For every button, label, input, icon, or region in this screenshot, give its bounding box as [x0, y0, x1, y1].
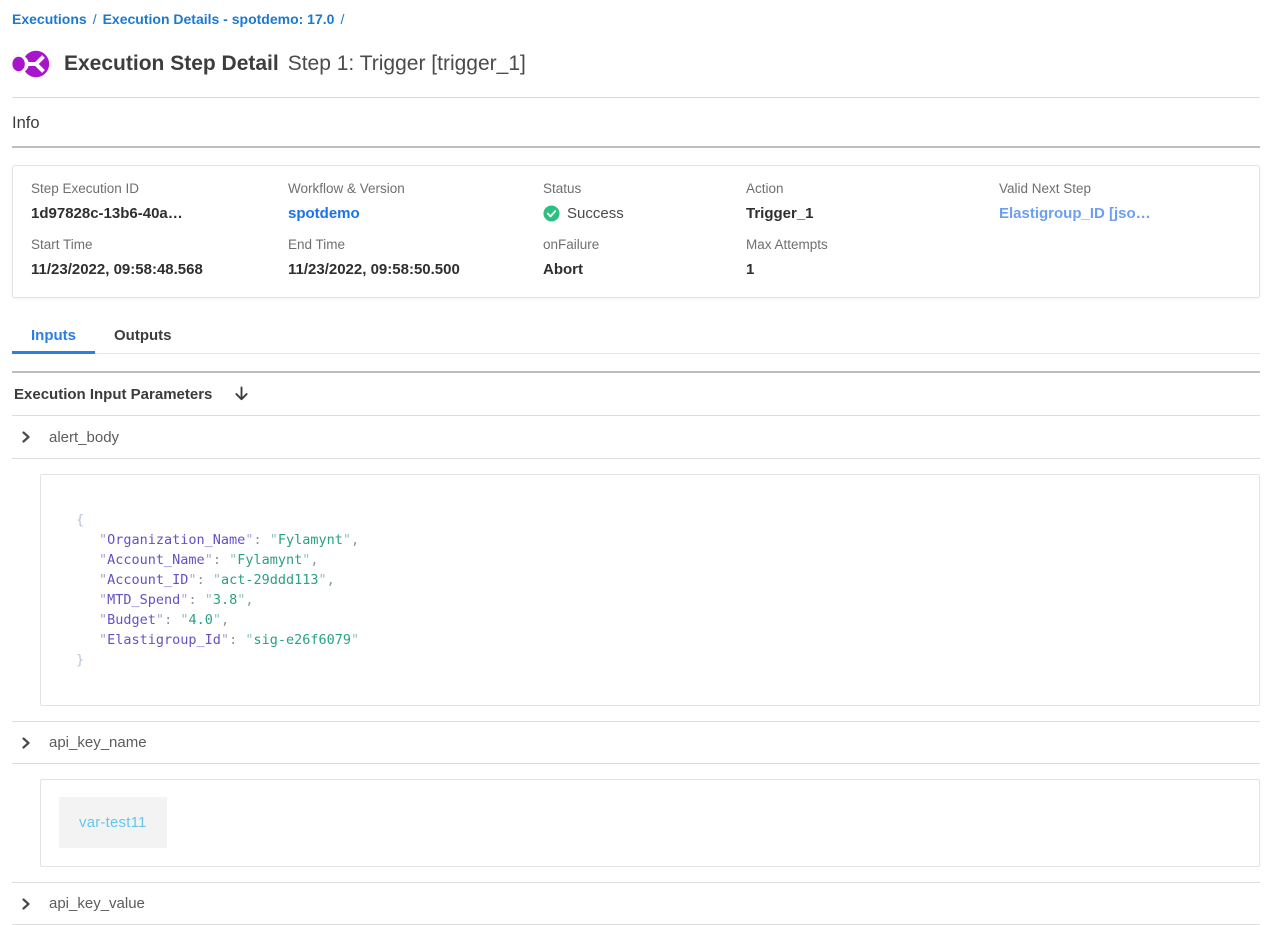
json-line: Organization_Name Fylamynt, [76, 530, 1239, 550]
field-value: Trigger_1 [746, 204, 999, 223]
json-colon [197, 572, 213, 588]
json-value: 3.8 [205, 592, 246, 608]
field-label: End Time [288, 237, 543, 253]
breadcrumb-link-executions[interactable]: Executions [12, 11, 87, 27]
field-value: 11/23/2022, 09:58:48.568 [31, 260, 288, 279]
download-arrow-icon[interactable] [234, 386, 249, 403]
json-line: { [76, 510, 1239, 530]
info-field-status: Status Success [543, 181, 746, 223]
title-divider [12, 97, 1260, 98]
info-field-onfailure: onFailure Abort [543, 237, 746, 279]
page-title-main: Execution Step Detail [64, 52, 279, 75]
field-value: 1 [746, 260, 999, 279]
json-key: MTD_Spend [99, 592, 188, 608]
json-value: Fylamynt [270, 532, 351, 548]
execution-input-parameters-header: Execution Input Parameters [12, 373, 1260, 416]
alert-body-json: { Organization_Name Fylamynt, Account_Name F… [76, 510, 1239, 670]
status-badge: Success [543, 204, 746, 223]
info-field-start-time: Start Time 11/23/2022, 09:58:48.568 [31, 237, 288, 279]
param-row-alert-body[interactable]: alert_body [12, 416, 1260, 459]
info-field-step-execution-id: Step Execution ID 1d97828c-13b6-40a… [31, 181, 288, 223]
param-row-api-key-name[interactable]: api_key_name [12, 721, 1260, 764]
field-label: Valid Next Step [999, 181, 1259, 197]
param-name: api_key_name [49, 734, 147, 751]
field-value: Abort [543, 260, 746, 279]
status-text: Success [567, 204, 624, 223]
field-label: Max Attempts [746, 237, 999, 253]
json-comma: , [245, 592, 253, 608]
field-value: 1d97828c-13b6-40a… [31, 204, 288, 223]
info-field-valid-next-step: Valid Next Step Elastigroup_ID [jso… [999, 181, 1259, 223]
chevron-right-icon [20, 898, 32, 910]
param-name: api_key_value [49, 895, 145, 912]
json-key: Elastigroup_Id [99, 632, 229, 648]
field-value: 11/23/2022, 09:58:50.500 [288, 260, 543, 279]
json-value: 4.0 [180, 612, 221, 628]
json-key: Organization_Name [99, 532, 253, 548]
api-key-name-value: var-test11 [59, 797, 167, 848]
success-check-icon [543, 205, 560, 222]
json-comma: , [351, 532, 359, 548]
breadcrumb: Executions / Execution Details - spotdemo:… [12, 0, 1260, 29]
field-label: onFailure [543, 237, 746, 253]
json-colon [188, 592, 204, 608]
breadcrumb-link-execution-details[interactable]: Execution Details - spotdemo: 17.0 [103, 11, 335, 27]
info-field-end-time: End Time 11/23/2022, 09:58:50.500 [288, 237, 543, 279]
info-divider [12, 146, 1260, 148]
json-open-brace: { [76, 512, 84, 528]
chevron-right-icon [20, 737, 32, 749]
json-close-brace: } [76, 652, 84, 668]
breadcrumb-separator: / [340, 11, 344, 27]
json-comma: , [221, 612, 229, 628]
json-key: Budget [99, 612, 164, 628]
tab-inputs[interactable]: Inputs [12, 323, 95, 353]
json-line: Elastigroup_Id sig-e26f6079 [76, 630, 1239, 650]
json-line: } [76, 650, 1239, 670]
alert-body-value-box: { Organization_Name Fylamynt, Account_Name F… [40, 474, 1260, 706]
field-label: Status [543, 181, 746, 197]
json-key: Account_Name [99, 552, 213, 568]
json-colon [253, 532, 269, 548]
api-key-name-value-box: var-test11 [40, 779, 1260, 867]
field-label: Start Time [31, 237, 288, 253]
info-field-empty [999, 237, 1259, 279]
info-field-workflow-version: Workflow & Version spotdemo [288, 181, 543, 223]
page-header: Execution Step Detail Step 1: Trigger [tr… [12, 44, 1260, 84]
field-label: Step Execution ID [31, 181, 288, 197]
info-field-max-attempts: Max Attempts 1 [746, 237, 999, 279]
page-title: Execution Step Detail Step 1: Trigger [tr… [64, 52, 526, 76]
execution-step-detail-page: Executions / Execution Details - spotdemo:… [0, 0, 1272, 925]
json-colon [229, 632, 245, 648]
json-value: Fylamynt [229, 552, 310, 568]
json-colon [213, 552, 229, 568]
execution-input-parameters-label: Execution Input Parameters [14, 386, 212, 403]
json-colon [164, 612, 180, 628]
json-key: Account_ID [99, 572, 197, 588]
workflow-link[interactable]: spotdemo [288, 204, 543, 223]
field-label: Action [746, 181, 999, 197]
json-value: sig-e26f6079 [245, 632, 359, 648]
chevron-right-icon [20, 431, 32, 443]
valid-next-step-link[interactable]: Elastigroup_ID [jso… [999, 204, 1259, 223]
json-comma: , [310, 552, 318, 568]
breadcrumb-separator: / [93, 11, 97, 27]
tabs: Inputs Outputs [12, 323, 1260, 354]
json-line: Account_Name Fylamynt, [76, 550, 1239, 570]
page-title-step: Step 1: Trigger [trigger_1] [288, 52, 526, 75]
json-comma: , [327, 572, 335, 588]
json-value: act-29ddd113 [213, 572, 327, 588]
json-line: MTD_Spend 3.8, [76, 590, 1239, 610]
param-name: alert_body [49, 429, 119, 446]
info-card: Step Execution ID 1d97828c-13b6-40a… Wor… [12, 165, 1260, 298]
field-label: Workflow & Version [288, 181, 543, 197]
json-line: Budget 4.0, [76, 610, 1239, 630]
json-line: Account_ID act-29ddd113, [76, 570, 1239, 590]
info-section-title: Info [12, 114, 1260, 133]
fylamynt-logo-icon [12, 47, 52, 81]
info-field-action: Action Trigger_1 [746, 181, 999, 223]
tab-outputs[interactable]: Outputs [95, 323, 191, 353]
